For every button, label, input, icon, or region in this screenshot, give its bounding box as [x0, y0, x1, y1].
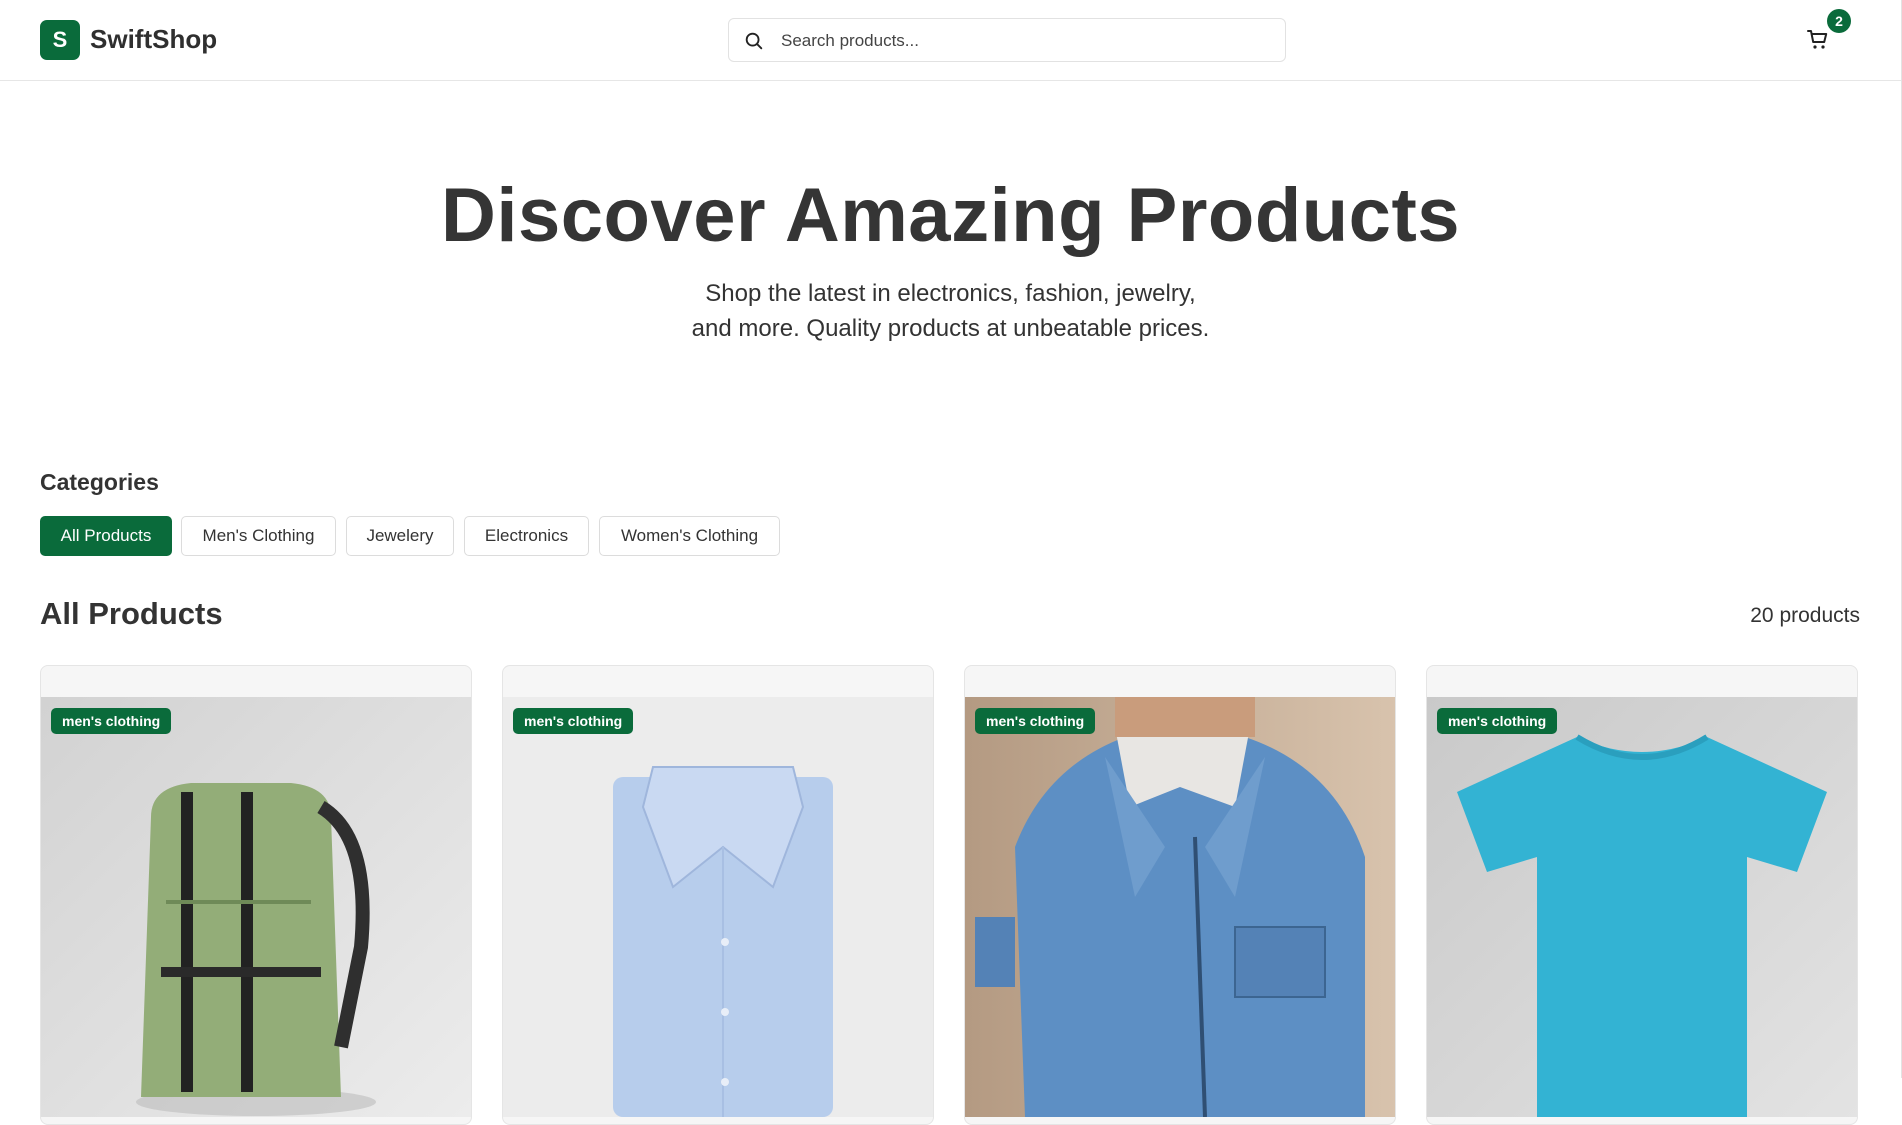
product-card[interactable]: men's clothing	[1426, 665, 1858, 1125]
brand-name[interactable]: SwiftShop	[90, 24, 217, 55]
category-badge: men's clothing	[51, 708, 172, 734]
category-womens-clothing-button[interactable]: Women's Clothing	[599, 516, 780, 556]
product-count: 20 products	[1750, 604, 1860, 627]
product-card[interactable]: men's clothing	[964, 665, 1396, 1125]
hero-subtitle: Shop the latest in electronics, fashion,…	[0, 276, 1901, 346]
category-badge: men's clothing	[975, 708, 1096, 734]
hero-title: Discover Amazing Products	[440, 173, 1461, 258]
product-image-dress-shirt[interactable]	[503, 697, 934, 1117]
category-all-products-button[interactable]: All Products	[40, 516, 172, 556]
category-jewelery-button[interactable]: Jewelery	[346, 516, 454, 556]
product-image-tshirt[interactable]	[1427, 697, 1858, 1117]
logo-icon[interactable]: S	[40, 20, 80, 60]
hero-subtitle-line-1: Shop the latest in electronics, fashion,…	[705, 280, 1196, 307]
product-card[interactable]: men's clothing	[40, 665, 472, 1125]
cart-icon[interactable]	[1806, 28, 1830, 52]
search-input[interactable]	[779, 19, 1263, 63]
category-electronics-button[interactable]: Electronics	[464, 516, 589, 556]
cart-count-badge: 2	[1827, 9, 1851, 33]
categories-heading: Categories	[40, 469, 159, 495]
products-heading: All Products	[40, 596, 223, 631]
category-badge: men's clothing	[513, 708, 634, 734]
page: S SwiftShop 2 Discover Amazing Products …	[0, 0, 1902, 1125]
product-card[interactable]: men's clothing	[502, 665, 934, 1125]
product-image-backpack[interactable]	[41, 697, 472, 1117]
search-icon	[745, 32, 763, 50]
category-mens-clothing-button[interactable]: Men's Clothing	[181, 516, 336, 556]
product-image-denim-jacket[interactable]	[965, 697, 1396, 1117]
hero-subtitle-line-2: and more. Quality products at unbeatable…	[691, 315, 1210, 342]
top-header: S SwiftShop 2	[0, 0, 1901, 81]
search-bar[interactable]	[728, 18, 1286, 63]
category-badge: men's clothing	[1437, 708, 1558, 734]
